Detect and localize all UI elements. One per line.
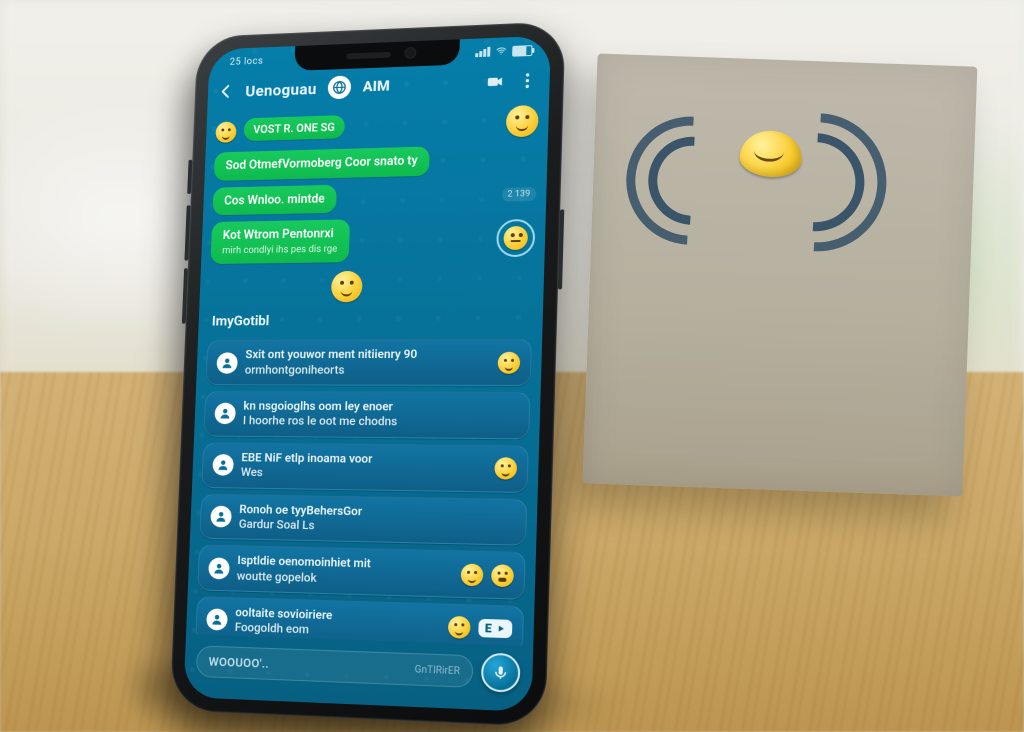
emoji-smile-icon xyxy=(494,457,517,479)
video-icon xyxy=(485,72,506,92)
sender-avatar xyxy=(212,454,234,476)
sender-avatar xyxy=(206,609,228,631)
back-button[interactable] xyxy=(213,79,238,105)
battery-icon xyxy=(512,45,532,57)
person-icon xyxy=(220,356,234,370)
scene: 25 locs Uenoguau xyxy=(0,0,1024,732)
emoji-wink-icon xyxy=(503,226,528,250)
list-item-line1: Ronoh oe tyyBehersGor xyxy=(239,502,362,518)
person-icon xyxy=(216,458,230,472)
person-icon xyxy=(218,407,232,421)
person-icon xyxy=(214,510,228,524)
message-row[interactable]: Sod OtmefVormoberg Coor snato ty xyxy=(214,143,538,180)
message-row[interactable]: VOST R. ONE SG xyxy=(215,105,539,146)
avatar-ring[interactable] xyxy=(496,219,536,257)
section-label: ImyGotibl xyxy=(212,312,533,330)
more-button[interactable] xyxy=(515,68,540,92)
person-icon xyxy=(210,613,224,627)
list-item-line1: Sxit ont youwor ment nitiienry 90 xyxy=(245,347,417,361)
message-row[interactable]: Cos Wnloo. mintde 2 139 xyxy=(212,180,536,216)
phone-body: 25 locs Uenoguau xyxy=(170,21,566,727)
input-placeholder: WOOUOO'.. xyxy=(208,655,269,671)
list-item-line1: EBE NiF etlp inoama voor xyxy=(241,450,372,465)
list-item-line2: Wes xyxy=(241,465,487,484)
message-text: VOST R. ONE SG xyxy=(253,120,335,136)
message-list[interactable]: VOST R. ONE SG Sod OtmefVormoberg Coor s… xyxy=(186,101,549,647)
list-item-line1: kn nsgoioglhs oom ley enoer xyxy=(243,399,393,413)
emoji-wink-icon xyxy=(491,564,514,587)
sender-avatar xyxy=(210,506,232,528)
message-input[interactable]: WOOUOO'.. GnTIRirER xyxy=(196,645,474,688)
video-call-button[interactable] xyxy=(483,70,508,94)
emoji-smile-icon xyxy=(506,105,539,138)
emoji-smile-icon xyxy=(215,121,236,143)
mic-icon xyxy=(492,664,509,681)
chat-app: 25 locs Uenoguau xyxy=(183,36,550,712)
message-text: Sod OtmefVormoberg Coor snato ty xyxy=(225,154,418,173)
phone: 25 locs Uenoguau xyxy=(170,21,566,727)
sent-bubble[interactable]: Cos Wnloo. mintde xyxy=(212,184,336,215)
chip-label: E xyxy=(485,621,492,635)
sender-avatar xyxy=(214,403,236,424)
screen: 25 locs Uenoguau xyxy=(183,36,550,712)
list-item-line2: I hoorhe ros le oot me chodns xyxy=(243,414,519,431)
emoji-smile-icon xyxy=(461,563,484,586)
list-item[interactable]: kn nsgoioglhs oom ley enoer I hoorhe ros… xyxy=(203,391,530,439)
input-hint: GnTIRirER xyxy=(415,664,461,677)
message-text: Kot Wtrom Pentonrxi xyxy=(223,227,334,243)
list-item-line2: Gardur Soal Ls xyxy=(239,517,516,538)
message-subtext: mirh condlyi ihs pes dis rge xyxy=(222,244,338,258)
list-item-line1: ooltaite sovioiriere xyxy=(235,605,332,622)
list-item-line2: ormhontgoniheorts xyxy=(245,363,490,378)
arrow-left-icon xyxy=(216,82,235,102)
play-icon xyxy=(496,624,507,635)
sent-bubble[interactable]: Sod OtmefVormoberg Coor snato ty xyxy=(214,146,430,180)
sender-avatar xyxy=(208,557,230,579)
sticker-row xyxy=(209,269,534,304)
list-item[interactable]: Ronoh oe tyyBehersGor Gardur Soal Ls xyxy=(199,493,527,546)
mute-switch xyxy=(187,160,192,194)
signal-icon xyxy=(475,47,490,57)
send-button[interactable] xyxy=(481,653,521,693)
list-item[interactable]: EBE NiF etlp inoama voor Wes xyxy=(201,442,528,492)
status-time: 25 locs xyxy=(230,55,264,67)
chat-title-right[interactable]: AIM xyxy=(362,77,390,95)
list-item[interactable]: Sxit ont youwor ment nitiienry 90 ormhon… xyxy=(206,339,532,386)
emoji-smile-icon[interactable] xyxy=(331,271,363,303)
list-item-line2: woutte gopelok xyxy=(237,569,453,590)
person-icon xyxy=(212,561,226,575)
chat-avatar[interactable] xyxy=(328,75,352,99)
received-list: Sxit ont youwor ment nitiienry 90 ormhon… xyxy=(195,339,532,646)
sent-bubble[interactable]: VOST R. ONE SG xyxy=(243,115,344,141)
globe-icon xyxy=(332,79,348,95)
message-text: Cos Wnloo. mintde xyxy=(224,191,325,208)
chat-title-left[interactable]: Uenoguau xyxy=(245,79,317,100)
more-vertical-icon xyxy=(517,70,538,90)
message-row[interactable]: Kot Wtrom Pentonrxi mirh condlyi ihs pes… xyxy=(210,216,535,264)
list-item[interactable]: Isptldie oenomoinhiet mit woutte gopelok xyxy=(197,545,525,600)
emoji-smile-icon xyxy=(497,352,520,374)
composer: WOOUOO'.. GnTIRirER xyxy=(183,634,533,712)
emoji-smile-icon xyxy=(448,616,471,639)
list-item-line1: Isptldie oenomoinhiet mit xyxy=(237,553,371,570)
play-chip[interactable]: E xyxy=(478,619,512,638)
wifi-icon xyxy=(495,45,507,57)
sent-bubble[interactable]: Kot Wtrom Pentonrxi mirh condlyi ihs pes… xyxy=(210,220,350,265)
soundwave-graphic xyxy=(636,64,874,236)
message-meta: 2 139 xyxy=(501,187,536,202)
sender-avatar xyxy=(216,352,238,373)
